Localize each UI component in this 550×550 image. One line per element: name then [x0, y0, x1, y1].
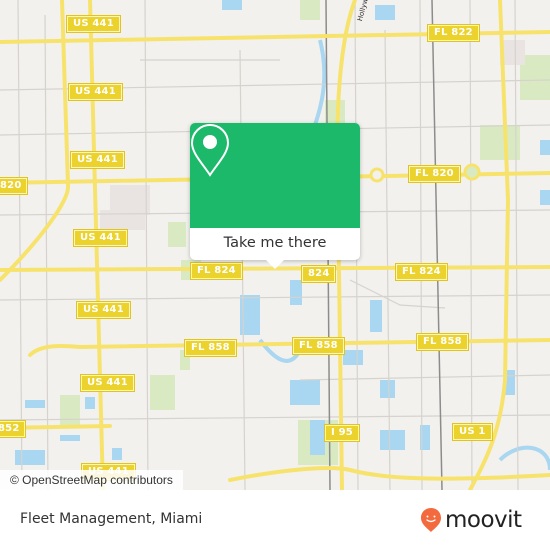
road-shield-us441: US 441: [69, 84, 122, 100]
map-view[interactable]: Hollywood Canal US 441 US 441 US 441 US …: [0, 0, 550, 490]
place-name: Fleet Management, Miami: [20, 511, 203, 527]
road-shield-fl824: FL 824: [396, 264, 447, 280]
road-shield-fl824: FL 824: [191, 263, 242, 279]
map-attribution[interactable]: © OpenStreetMap contributors: [0, 470, 183, 490]
road-shield-fl822: FL 822: [428, 25, 479, 41]
footer-bar: Fleet Management, Miami moovit: [0, 490, 550, 550]
road-shield-fl820: FL 820: [409, 166, 460, 182]
moovit-pin-icon: [421, 508, 441, 532]
road-shield-us441: US 441: [67, 16, 120, 32]
road-shield-us441: US 441: [77, 302, 130, 318]
moovit-logo[interactable]: moovit: [420, 507, 522, 533]
road-shield-fl858: FL 858: [293, 338, 344, 354]
popup-pointer: [266, 260, 284, 269]
road-shield-us1: US 1: [453, 424, 492, 440]
brand-name: moovit: [445, 507, 522, 533]
map-pin-icon: [190, 123, 230, 177]
road-shield-fl858: FL 858: [185, 340, 236, 356]
road-shield-us441: US 441: [74, 230, 127, 246]
road-shield-fl858: FL 858: [417, 334, 468, 350]
road-shield-fl824: 824: [302, 266, 336, 282]
location-popup[interactable]: Take me there: [190, 123, 360, 269]
road-shield-fl852: 852: [0, 421, 26, 437]
popup-header[interactable]: [190, 123, 360, 228]
road-shield-fl820: 820: [0, 178, 28, 194]
road-shield-us441: US 441: [81, 375, 134, 391]
take-me-there-button[interactable]: Take me there: [190, 228, 360, 260]
road-shield-i95: I 95: [325, 425, 359, 441]
road-shield-us441: US 441: [71, 152, 124, 168]
